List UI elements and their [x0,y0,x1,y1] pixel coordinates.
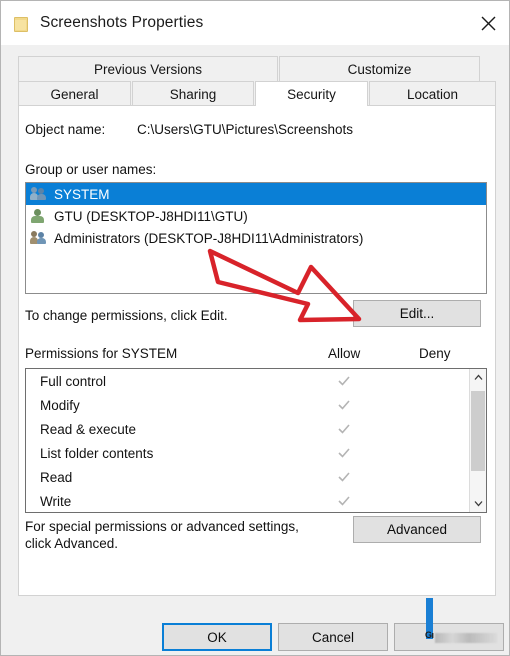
deny-checkmark [424,417,446,441]
allow-checkmark [333,393,355,417]
allow-checkmark [333,489,355,512]
scroll-down-icon[interactable] [470,495,486,512]
allow-checkmark [333,369,355,393]
object-name-label: Object name: [25,122,106,137]
permission-label: Modify [40,397,80,413]
tab-row-upper: Previous Versions Customize [18,56,480,81]
table-row[interactable]: Full control [26,369,486,393]
apply-button-label: Gı [425,630,434,640]
group-icon [30,186,48,202]
table-row[interactable]: Write [26,489,486,512]
object-name-row: Object name: C:\Users\GTU\Pictures\Screen… [25,122,353,137]
tab-strip: Previous Versions Customize General Shar… [1,45,509,106]
cancel-button[interactable]: Cancel [278,623,388,651]
title-bar: Screenshots Properties [1,1,509,45]
permission-label: Read & execute [40,421,137,437]
permissions-list[interactable]: Full control Modify Read & execute List … [25,368,487,513]
permissions-scrollbar[interactable] [469,369,486,512]
folder-icon [12,16,28,32]
permissions-header: Permissions for SYSTEM Allow Deny [25,346,487,364]
list-item-label: Administrators (DESKTOP-J8HDI11\Administ… [54,230,364,246]
tab-security[interactable]: Security [255,81,368,106]
column-header-deny: Deny [419,346,451,361]
column-header-allow: Allow [328,346,361,361]
group-icon [30,230,48,246]
group-user-list[interactable]: SYSTEM GTU (DESKTOP-J8HDI11\GTU) Adminis… [25,182,487,294]
deny-checkmark [424,393,446,417]
allow-checkmark [333,417,355,441]
allow-checkmark [333,465,355,489]
object-name-value: C:\Users\GTU\Pictures\Screenshots [137,122,354,137]
group-or-user-names-label: Group or user names: [25,162,157,177]
deny-checkmark [424,369,446,393]
watermark-smudge [435,633,497,643]
dialog-footer: OK Cancel [1,596,509,655]
security-tab-page: Object name: C:\Users\GTU\Pictures\Screen… [18,105,496,596]
tab-location[interactable]: Location [369,81,496,106]
advanced-button[interactable]: Advanced [353,516,481,543]
tab-general[interactable]: General [18,81,131,106]
edit-hint-text: To change permissions, click Edit. [25,308,228,323]
tab-sharing[interactable]: Sharing [132,81,254,106]
permission-label: List folder contents [40,445,154,461]
table-row[interactable]: Read [26,465,486,489]
advanced-hint-text: For special permissions or advanced sett… [25,519,299,551]
close-icon[interactable] [465,1,509,45]
list-item[interactable]: SYSTEM [26,183,486,205]
deny-checkmark [424,441,446,465]
ok-button[interactable]: OK [162,623,272,651]
allow-checkmark [333,441,355,465]
permission-label: Write [40,493,72,509]
deny-checkmark [424,489,446,512]
table-row[interactable]: List folder contents [26,441,486,465]
scroll-up-icon[interactable] [470,369,486,386]
tab-customize[interactable]: Customize [279,56,480,81]
permission-label: Read [40,469,73,485]
user-icon [30,208,48,224]
deny-checkmark [424,465,446,489]
table-row[interactable]: Modify [26,393,486,417]
window-title: Screenshots Properties [40,14,204,31]
list-item-label: SYSTEM [54,186,110,202]
list-item[interactable]: GTU (DESKTOP-J8HDI11\GTU) [26,205,486,227]
tab-previous-versions[interactable]: Previous Versions [18,56,278,81]
properties-dialog: Screenshots Properties Previous Versions… [0,0,510,656]
tab-row-lower: General Sharing Security Location [18,81,496,106]
list-item[interactable]: Administrators (DESKTOP-J8HDI11\Administ… [26,227,486,249]
permission-label: Full control [40,373,107,389]
table-row[interactable]: Read & execute [26,417,486,441]
list-item-label: GTU (DESKTOP-J8HDI11\GTU) [54,208,248,224]
edit-button[interactable]: Edit... [353,300,481,327]
permissions-title: Permissions for SYSTEM [25,346,178,361]
scrollbar-thumb[interactable] [471,391,485,471]
